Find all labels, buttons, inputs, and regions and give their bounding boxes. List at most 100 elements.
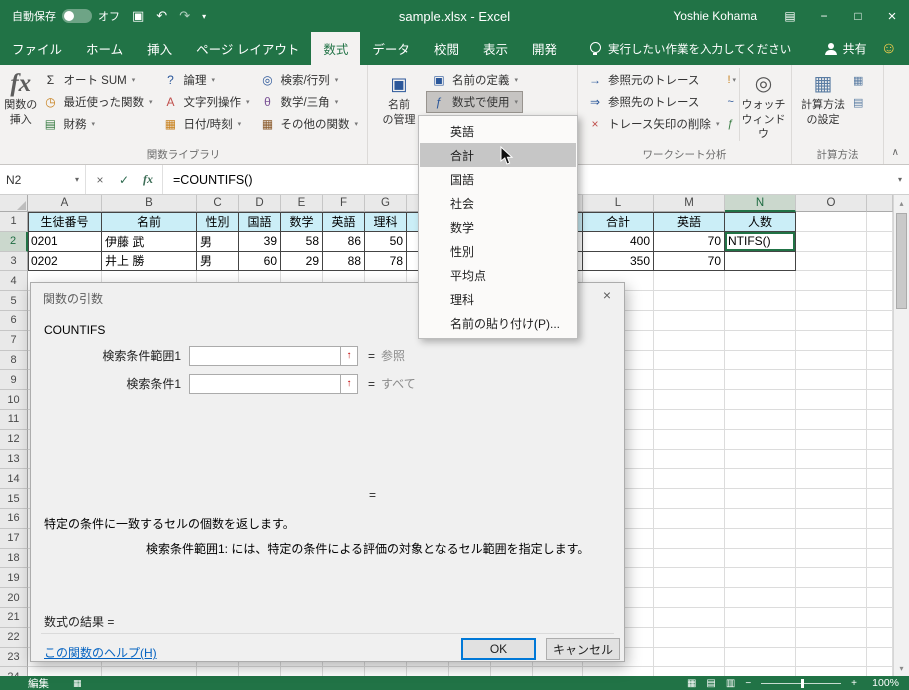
cell-x1[interactable] xyxy=(867,212,893,232)
cell-M8[interactable] xyxy=(654,350,725,371)
cell-O2[interactable] xyxy=(796,231,867,252)
name-box-chevron-icon[interactable]: ▾ xyxy=(75,175,79,184)
cancel-button[interactable]: キャンセル xyxy=(546,638,620,660)
cell-M18[interactable] xyxy=(654,548,725,569)
row-header-9[interactable]: 9 xyxy=(0,370,28,391)
share-button[interactable]: 共有 xyxy=(824,40,867,57)
cell-M13[interactable] xyxy=(654,449,725,470)
function-help-link[interactable]: この関数のヘルプ(H) xyxy=(44,644,157,661)
save-icon[interactable]: ▣ xyxy=(132,8,144,24)
column-header-E[interactable]: E xyxy=(281,195,323,212)
view-normal-icon[interactable]: ▦ xyxy=(687,678,696,689)
cell-G1[interactable]: 理科 xyxy=(365,212,407,232)
row-header-19[interactable]: 19 xyxy=(0,568,28,589)
cell-x7[interactable] xyxy=(867,330,893,351)
cell-x21[interactable] xyxy=(867,607,893,628)
cell-M1[interactable]: 英語 xyxy=(654,212,725,232)
menu-item-7[interactable]: 平均点 xyxy=(420,263,576,287)
cell-M23[interactable] xyxy=(654,647,725,668)
cell-O6[interactable] xyxy=(796,310,867,331)
cell-E1[interactable]: 数学 xyxy=(281,212,323,232)
menu-item-9[interactable]: 名前の貼り付け(P)... xyxy=(420,311,576,335)
cell-O10[interactable] xyxy=(796,390,867,410)
cell-O7[interactable] xyxy=(796,330,867,351)
menu-item-5[interactable]: 数学 xyxy=(420,215,576,239)
ribbon-calculate-sheet-button[interactable]: ▤ xyxy=(850,91,866,113)
insert-function-fx-icon[interactable]: fx xyxy=(136,172,160,187)
column-header-N[interactable]: N xyxy=(725,195,796,212)
cell-C3[interactable]: 男 xyxy=(197,251,239,272)
cell-B1[interactable]: 名前 xyxy=(102,212,197,232)
zoom-level[interactable]: 100% xyxy=(867,677,899,689)
cell-O1[interactable] xyxy=(796,212,867,232)
ribbon-display-options-icon[interactable]: ▤ xyxy=(773,0,807,32)
ribbon-evaluate-formula-button[interactable]: ~ xyxy=(724,91,739,113)
tab-data[interactable]: データ xyxy=(360,32,422,65)
scroll-down-icon[interactable]: ▾ xyxy=(894,660,909,676)
tab-review[interactable]: 校閲 xyxy=(422,32,471,65)
row-header-15[interactable]: 15 xyxy=(0,489,28,509)
cell-M14[interactable] xyxy=(654,469,725,490)
column-header-B[interactable]: B xyxy=(102,195,197,212)
tab-view[interactable]: 表示 xyxy=(471,32,520,65)
ribbon-date-time-button[interactable]: ▦ 日付/時刻 ▾ xyxy=(157,113,254,135)
cell-A2[interactable]: 0201 xyxy=(28,231,102,252)
cell-B24[interactable] xyxy=(102,667,197,676)
cell-F3[interactable]: 88 xyxy=(323,251,365,272)
autosave-toggle[interactable]: 自動保存 オフ xyxy=(12,8,120,24)
cell-L24[interactable] xyxy=(583,667,654,676)
cell-N6[interactable] xyxy=(725,310,796,331)
cell-O12[interactable] xyxy=(796,429,867,450)
maximize-button[interactable]: □ xyxy=(841,0,875,32)
menu-item-1[interactable]: 英語 xyxy=(420,119,576,143)
collapse-dialog-icon-1[interactable]: ↑ xyxy=(341,345,358,366)
cell-x10[interactable] xyxy=(867,390,893,410)
cell-K24[interactable] xyxy=(533,667,583,676)
cell-M3[interactable]: 70 xyxy=(654,251,725,272)
row-header-13[interactable]: 13 xyxy=(0,449,28,470)
cell-O14[interactable] xyxy=(796,469,867,490)
row-header-17[interactable]: 17 xyxy=(0,528,28,549)
row-header-21[interactable]: 21 xyxy=(0,607,28,628)
cell-N14[interactable] xyxy=(725,469,796,490)
cell-C24[interactable] xyxy=(197,667,239,676)
cell-N17[interactable] xyxy=(725,528,796,549)
cell-O21[interactable] xyxy=(796,607,867,628)
ribbon-autosum-button[interactable]: Σ オート SUM ▾ xyxy=(37,69,157,91)
row-header-1[interactable]: 1 xyxy=(0,212,28,232)
cell-x3[interactable] xyxy=(867,251,893,272)
ok-button[interactable]: OK xyxy=(461,638,536,660)
vertical-scrollbar[interactable]: ▴ ▾ xyxy=(893,195,909,676)
insert-function-button[interactable]: fx 関数の 挿入 xyxy=(4,68,37,128)
cell-x5[interactable] xyxy=(867,291,893,311)
menu-item-8[interactable]: 理科 xyxy=(420,287,576,311)
row-header-18[interactable]: 18 xyxy=(0,548,28,569)
cell-N10[interactable] xyxy=(725,390,796,410)
cell-N11[interactable] xyxy=(725,409,796,430)
cell-N21[interactable] xyxy=(725,607,796,628)
column-header-A[interactable]: A xyxy=(28,195,102,212)
cell-G24[interactable] xyxy=(365,667,407,676)
cell-M19[interactable] xyxy=(654,568,725,589)
row-header-10[interactable]: 10 xyxy=(0,390,28,410)
zoom-slider-thumb[interactable] xyxy=(801,678,805,688)
cell-M5[interactable] xyxy=(654,291,725,311)
column-header-C[interactable]: C xyxy=(197,195,239,212)
close-button[interactable]: × xyxy=(875,0,909,32)
cell-H24[interactable] xyxy=(407,667,449,676)
tab-insert[interactable]: 挿入 xyxy=(135,32,184,65)
cell-F1[interactable]: 英語 xyxy=(323,212,365,232)
cell-N9[interactable] xyxy=(725,370,796,391)
cell-M10[interactable] xyxy=(654,390,725,410)
cell-J24[interactable] xyxy=(491,667,533,676)
cell-N18[interactable] xyxy=(725,548,796,569)
cell-O19[interactable] xyxy=(796,568,867,589)
cell-x18[interactable] xyxy=(867,548,893,569)
cell-O11[interactable] xyxy=(796,409,867,430)
column-header-M[interactable]: M xyxy=(654,195,725,212)
cell-N5[interactable] xyxy=(725,291,796,311)
cell-M12[interactable] xyxy=(654,429,725,450)
cell-O17[interactable] xyxy=(796,528,867,549)
ribbon-math-trig-button[interactable]: θ 数学/三角 ▾ xyxy=(254,91,363,113)
cell-G2[interactable]: 50 xyxy=(365,231,407,252)
